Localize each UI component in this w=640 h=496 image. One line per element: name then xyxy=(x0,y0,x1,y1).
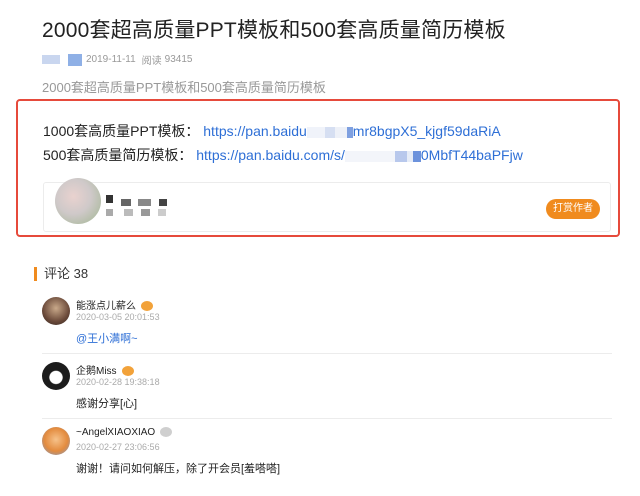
comment-time: 2020-02-28 19:38:18 xyxy=(76,377,160,387)
comment-divider xyxy=(42,418,612,419)
comments-label: 评论 xyxy=(44,266,71,281)
ppt-template-link[interactable]: https://pan.baidu mr8bgpX5_kjgf59daRiA xyxy=(203,123,500,139)
commenter-avatar[interactable] xyxy=(42,297,70,325)
member-badge-icon xyxy=(121,366,134,377)
article-meta: 2019-11-11 阅读 93415 xyxy=(42,52,192,67)
comment-time: 2020-03-05 20:01:53 xyxy=(76,312,160,322)
commenter-avatar[interactable] xyxy=(42,362,70,390)
comments-header: 评论 38 xyxy=(34,267,88,281)
author-avatar[interactable] xyxy=(55,178,101,224)
commenter-avatar[interactable] xyxy=(42,427,70,455)
author-card: 打赏作者 xyxy=(43,178,611,232)
article-summary: 2000套超高质量PPT模板和500套高质量简历模板 xyxy=(42,80,326,95)
comment-text: @王小满啊~ xyxy=(76,333,138,345)
views-count: 93415 xyxy=(164,54,193,65)
commenter-name[interactable]: 能涨点儿薪么 xyxy=(76,301,136,312)
comment-text: 感谢分享[心] xyxy=(76,398,138,410)
publish-date: 2019-11-11 xyxy=(86,54,136,65)
resume-template-link[interactable]: https://pan.baidu.com/s/0MbfT44baPFjw xyxy=(196,147,523,163)
author-icon-masked xyxy=(68,53,82,66)
ppt-template-link-line: 1000套高质量PPT模板： https://pan.baidu mr8bgpX5… xyxy=(43,121,501,141)
author-name-masked xyxy=(42,55,60,64)
comment-text: 谢谢！请问如何解压，除了开会员[羞嗒嗒] xyxy=(76,463,281,475)
resume-template-link-line: 500套高质量简历模板： https://pan.baidu.com/s/0Mb… xyxy=(43,145,523,165)
ppt-template-label: 1000套高质量PPT模板： xyxy=(43,123,200,139)
reward-author-button[interactable]: 打赏作者 xyxy=(546,199,600,219)
member-badge-icon xyxy=(160,427,173,438)
member-badge-icon xyxy=(141,301,153,312)
commenter-name[interactable]: 企鹅Miss xyxy=(76,366,117,377)
article-title: 2000套超高质量PPT模板和500套高质量简历模板 xyxy=(42,19,506,42)
resume-template-label: 500套高质量简历模板： xyxy=(43,147,193,163)
comments-count: 38 xyxy=(73,266,89,281)
comment-time: 2020-02-27 23:06:56 xyxy=(76,442,160,452)
commenter-name[interactable]: ~AngelXIAOXIAO xyxy=(76,427,155,438)
comment-divider xyxy=(42,353,612,354)
views-label: 阅读 xyxy=(141,56,162,67)
